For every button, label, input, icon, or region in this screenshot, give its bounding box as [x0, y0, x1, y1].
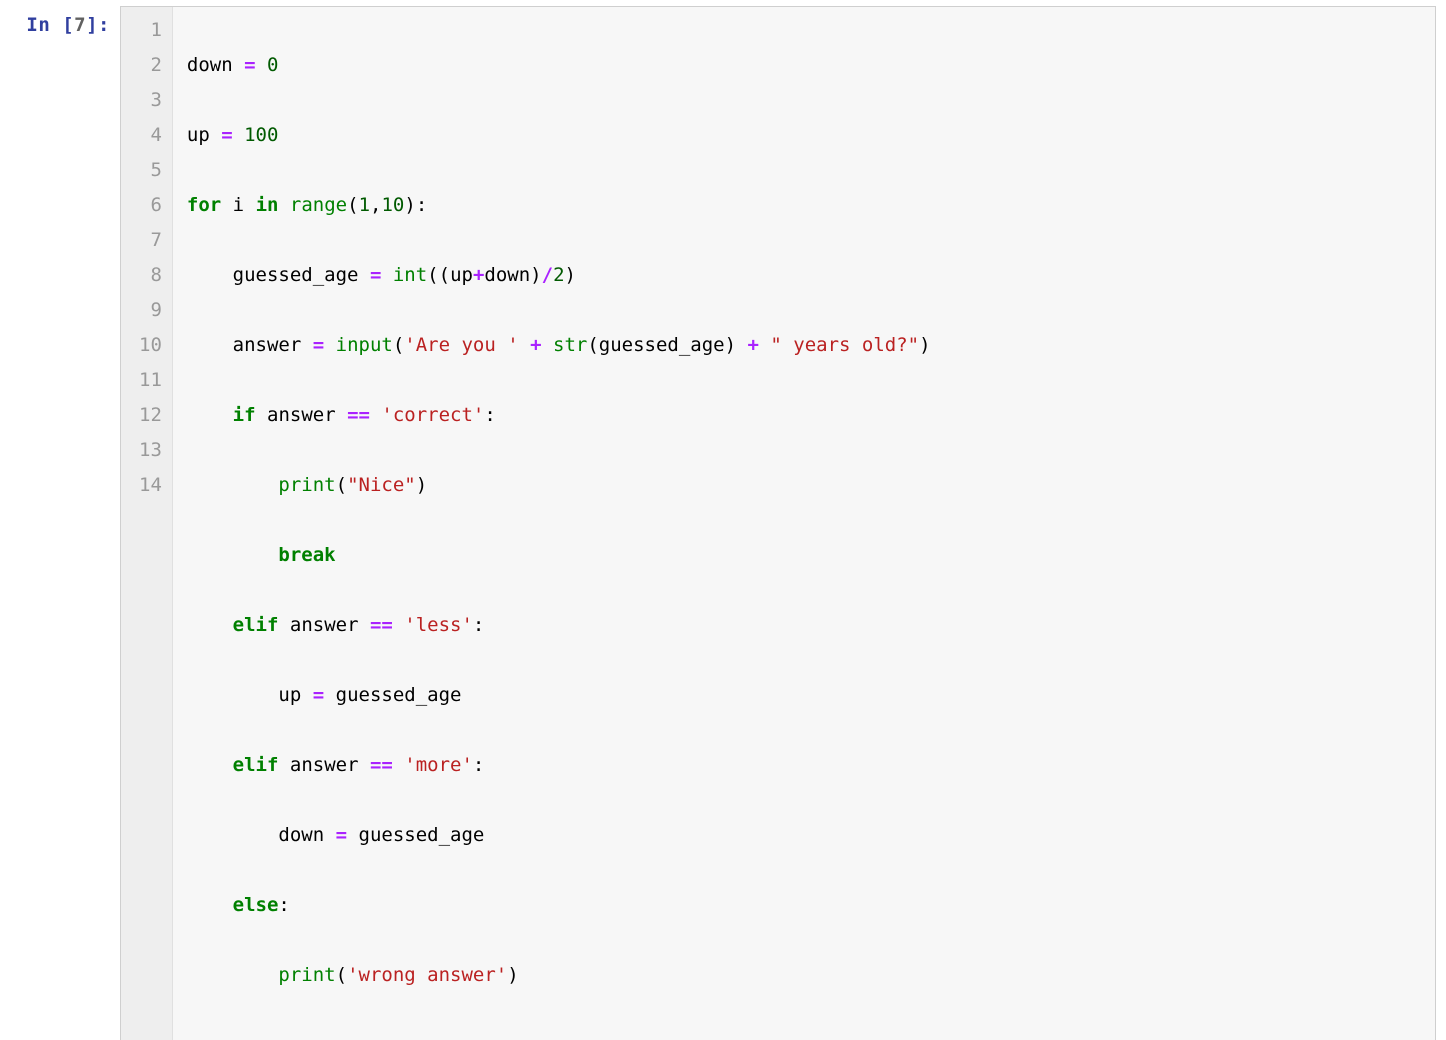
code-line: elif answer == 'more':: [187, 748, 1425, 783]
prompt-close-bracket: ]:: [86, 14, 110, 36]
line-number: 13: [139, 433, 162, 468]
line-number: 8: [139, 258, 162, 293]
line-number: 11: [139, 363, 162, 398]
line-number: 6: [139, 188, 162, 223]
code-line: print('wrong answer'): [187, 958, 1425, 993]
line-number: 2: [139, 48, 162, 83]
code-line: for i in range(1,10):: [187, 188, 1425, 223]
code-line: print("Nice"): [187, 468, 1425, 503]
line-number-gutter: 1 2 3 4 5 6 7 8 9 10 11 12 13 14: [121, 7, 173, 1040]
code-text[interactable]: down = 0 up = 100 for i in range(1,10): …: [173, 7, 1435, 1040]
code-line: break: [187, 538, 1425, 573]
code-line: guessed_age = int((up+down)/2): [187, 258, 1425, 293]
code-line: up = guessed_age: [187, 678, 1425, 713]
line-number: 10: [139, 328, 162, 363]
line-number: 14: [139, 468, 162, 503]
line-number: 5: [139, 153, 162, 188]
prompt-in-label: In: [26, 14, 50, 36]
line-number: 9: [139, 293, 162, 328]
prompt-open-bracket: [: [50, 14, 74, 36]
code-cell: In [7]: 1 2 3 4 5 6 7 8 9 10 11 12 13 14…: [10, 6, 1436, 1040]
code-line: up = 100: [187, 118, 1425, 153]
line-number: 4: [139, 118, 162, 153]
code-input-area[interactable]: 1 2 3 4 5 6 7 8 9 10 11 12 13 14 down = …: [120, 6, 1436, 1040]
line-number: 12: [139, 398, 162, 433]
prompt-exec-count: 7: [74, 14, 86, 36]
code-line: answer = input('Are you ' + str(guessed_…: [187, 328, 1425, 363]
code-line: elif answer == 'less':: [187, 608, 1425, 643]
line-number: 1: [139, 13, 162, 48]
line-number: 7: [139, 223, 162, 258]
code-line: else:: [187, 888, 1425, 923]
code-line: down = 0: [187, 48, 1425, 83]
code-line: if answer == 'correct':: [187, 398, 1425, 433]
input-prompt: In [7]:: [10, 6, 120, 36]
line-number: 3: [139, 83, 162, 118]
code-line: down = guessed_age: [187, 818, 1425, 853]
